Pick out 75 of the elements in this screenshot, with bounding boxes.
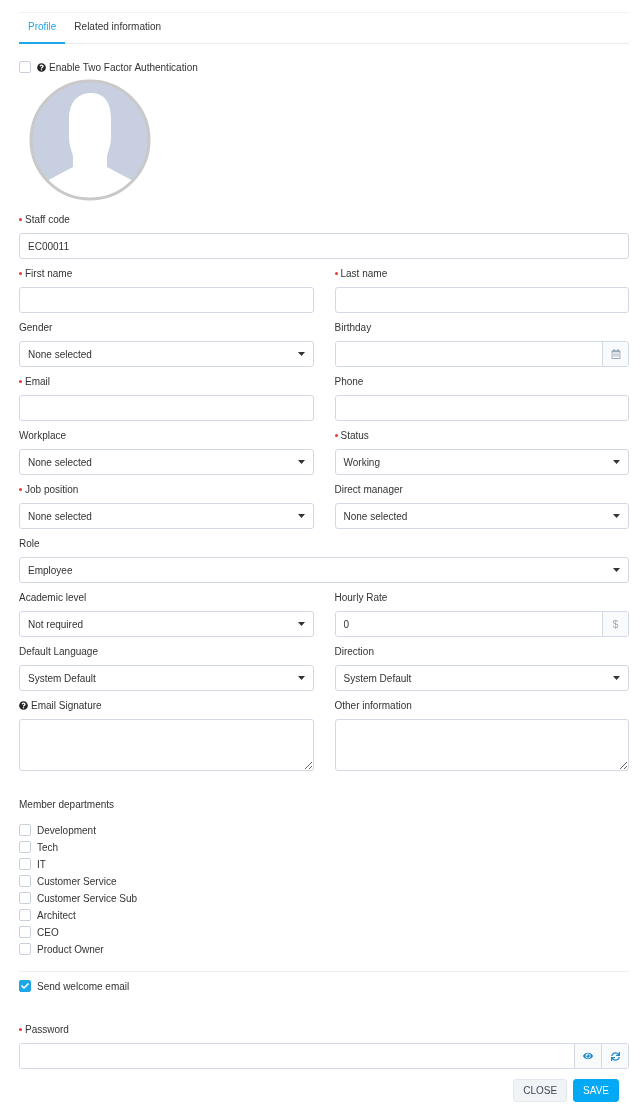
field-label: Last name (334, 267, 629, 280)
close-button[interactable]: CLOSE (513, 1079, 568, 1102)
field-label: Role (19, 537, 41, 550)
checkbox-label: Product Owner (37, 943, 104, 955)
field-label: Email Signature (19, 699, 314, 712)
checkbox[interactable] (19, 61, 31, 73)
field-label: Hourly Rate (334, 591, 389, 604)
checkbox[interactable] (19, 875, 31, 887)
field-label: Email (19, 375, 314, 388)
field-label: Password (19, 1023, 629, 1036)
dropdown[interactable]: System Default (334, 665, 629, 691)
text-field[interactable] (19, 395, 314, 421)
field-label: Job position (19, 483, 314, 496)
checkbox-label: Architect (37, 909, 76, 921)
field-label: Phone (334, 375, 365, 388)
caret-icon (297, 460, 305, 464)
caret-icon (297, 622, 305, 626)
caret-icon (297, 514, 305, 518)
dropdown[interactable]: Employee (19, 557, 629, 583)
checkbox[interactable] (19, 892, 31, 904)
checkbox[interactable] (19, 909, 31, 921)
checkbox[interactable] (19, 926, 31, 938)
field-label: Default Language (19, 645, 99, 658)
checkbox[interactable] (19, 841, 31, 853)
section-title: Member departments (19, 799, 116, 810)
date-input-group[interactable] (334, 341, 629, 367)
help-icon (19, 701, 28, 710)
text-area[interactable] (19, 719, 314, 771)
field-label: Status (334, 429, 629, 442)
field-label: Academic level (19, 591, 88, 604)
checkbox-label: Enable Two Factor Authentication (49, 61, 198, 73)
text-field[interactable] (19, 287, 314, 313)
checkbox-label: Development (37, 824, 96, 836)
checkbox[interactable] (19, 824, 31, 836)
checkbox-label: Customer Service (37, 875, 117, 887)
caret-icon (613, 514, 620, 518)
field-label: Direct manager (334, 483, 404, 496)
checkbox[interactable] (19, 858, 31, 870)
dropdown[interactable]: Not required (19, 611, 314, 637)
field-label: Gender (19, 321, 54, 334)
dropdown[interactable]: System Default (19, 665, 314, 691)
checkbox-label: IT (37, 858, 46, 870)
field-label: Direction (334, 645, 375, 658)
checkbox-label: Tech (37, 841, 59, 853)
text-field[interactable] (334, 395, 629, 421)
checkbox[interactable] (19, 943, 31, 955)
eye-icon[interactable] (583, 1051, 593, 1061)
dropdown[interactable]: Working (334, 449, 629, 475)
text-area[interactable] (334, 719, 629, 771)
refresh-icon[interactable] (610, 1051, 620, 1061)
caret-icon (297, 676, 305, 680)
field-label: Workplace (19, 429, 68, 442)
dropdown[interactable]: None selected (19, 449, 314, 475)
checkbox-label: Customer Service Sub (37, 892, 138, 904)
caret-icon (613, 460, 620, 464)
field-label: Birthday (334, 321, 373, 334)
field-label: Other information (334, 699, 413, 712)
password-input-group[interactable] (19, 1043, 629, 1069)
calendar-icon (610, 349, 621, 359)
checkbox[interactable] (19, 980, 31, 992)
rate-input-group[interactable]: 0 $ (334, 611, 629, 637)
currency-addon: $ (602, 612, 628, 636)
caret-icon (297, 352, 305, 356)
text-field[interactable]: EC00011 (19, 233, 629, 259)
checkbox-label: Send welcome email (37, 980, 130, 992)
dropdown[interactable]: None selected (19, 503, 314, 529)
caret-icon (613, 568, 620, 572)
dropdown[interactable]: None selected (19, 341, 314, 367)
field-label: Staff code (19, 213, 629, 226)
field-label: First name (19, 267, 314, 280)
checkbox-label: CEO (37, 926, 59, 938)
tab[interactable]: Related information (65, 13, 171, 44)
text-field[interactable] (334, 287, 629, 313)
dropdown[interactable]: None selected (334, 503, 629, 529)
caret-icon (613, 676, 620, 680)
